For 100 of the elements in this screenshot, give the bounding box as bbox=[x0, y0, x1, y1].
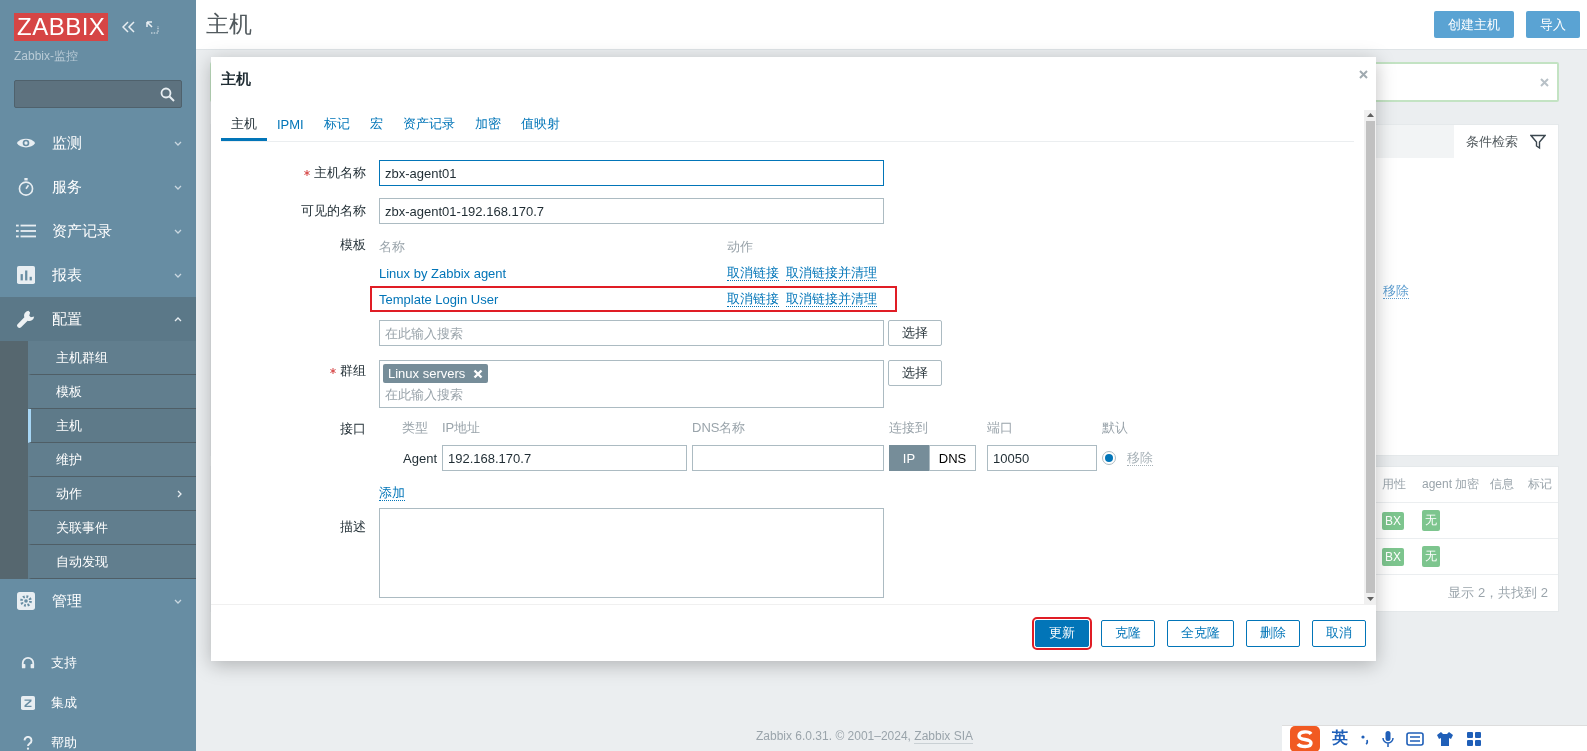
input-field[interactable]: zbx-agent01 bbox=[379, 160, 884, 186]
search-field[interactable] bbox=[14, 80, 182, 108]
submenu-item[interactable]: 主机群组 bbox=[28, 341, 196, 375]
column-header: 默认 bbox=[1102, 419, 1129, 437]
expand-icon[interactable] bbox=[146, 20, 160, 34]
chevron-down-icon bbox=[174, 228, 182, 234]
field-label: 可见的名称 bbox=[301, 202, 366, 220]
bar-chart-icon bbox=[16, 266, 36, 284]
column-header[interactable]: 用性 bbox=[1382, 476, 1422, 493]
select-button[interactable]: 选择 bbox=[888, 320, 942, 346]
tab[interactable]: 资产记录 bbox=[392, 110, 465, 141]
filter-tab[interactable]: 条件检索 bbox=[1454, 125, 1558, 158]
tab[interactable]: 标记 bbox=[313, 110, 360, 141]
grid-icon[interactable] bbox=[1466, 730, 1482, 747]
group-tag[interactable]: Linux servers bbox=[383, 364, 489, 383]
add-link[interactable]: 添加 bbox=[379, 485, 405, 501]
column-header[interactable]: 标记 bbox=[1528, 476, 1558, 493]
unlink-link[interactable]: 取消链接 bbox=[727, 265, 779, 281]
wrench-icon bbox=[16, 310, 36, 328]
description-field[interactable] bbox=[379, 508, 884, 598]
unlink-link[interactable]: 取消链接 bbox=[727, 291, 779, 307]
submenu-item[interactable]: 主机 bbox=[28, 409, 196, 443]
required-icon bbox=[304, 170, 310, 176]
select-button[interactable]: 选择 bbox=[888, 360, 942, 386]
tab[interactable]: IPMI bbox=[267, 110, 314, 141]
toggle-button[interactable]: IP bbox=[889, 445, 929, 471]
sidebar-link[interactable]: 集成 bbox=[0, 683, 196, 723]
sidebar-link[interactable]: 支持 bbox=[0, 643, 196, 683]
shirt-icon[interactable] bbox=[1436, 730, 1454, 747]
scrollbar[interactable] bbox=[1364, 110, 1376, 604]
tab[interactable]: 值映射 bbox=[510, 110, 570, 141]
menu-item[interactable]: 监测 bbox=[0, 121, 196, 165]
stopwatch-icon bbox=[16, 178, 36, 196]
close-icon[interactable] bbox=[1359, 70, 1368, 79]
footer-button[interactable]: 取消 bbox=[1312, 619, 1366, 647]
chevron-right-icon bbox=[177, 489, 182, 498]
template-link[interactable]: Linux by Zabbix agent bbox=[379, 265, 507, 281]
unlink-clear-link[interactable]: 取消链接并清理 bbox=[786, 265, 877, 281]
input-field[interactable] bbox=[692, 445, 884, 471]
encryption-badge: 无 bbox=[1422, 510, 1440, 531]
page-title: 主机 bbox=[206, 10, 252, 39]
ime-logo-icon[interactable] bbox=[1290, 725, 1320, 751]
scroll-down-icon[interactable] bbox=[1366, 597, 1374, 601]
headset-icon bbox=[21, 656, 35, 670]
keyboard-icon[interactable] bbox=[1406, 731, 1424, 746]
footer-button[interactable]: 更新 bbox=[1035, 619, 1089, 647]
remove-link: 移除 bbox=[1127, 450, 1153, 466]
header-button[interactable]: 创建主机 bbox=[1434, 11, 1514, 38]
result-count: 显示 2，共找到 2 bbox=[1448, 584, 1549, 602]
submenu-item[interactable]: 自动发现 bbox=[28, 545, 196, 579]
template-link[interactable]: Template Login User bbox=[379, 291, 499, 307]
tab[interactable]: 宏 bbox=[359, 110, 393, 141]
collapse-icon[interactable] bbox=[122, 21, 137, 33]
multiselect-field[interactable]: Linux servers 在此输入搜索 bbox=[379, 360, 884, 408]
field-label: 接口 bbox=[340, 420, 366, 438]
column-header[interactable]: 信息 bbox=[1490, 476, 1528, 493]
input-mode[interactable]: 英 bbox=[1332, 728, 1348, 749]
header-button[interactable]: 导入 bbox=[1526, 11, 1580, 38]
remove-link[interactable]: 移除 bbox=[1383, 283, 1409, 299]
submenu-item[interactable]: 动作 bbox=[28, 477, 196, 511]
footer-button[interactable]: 全克隆 bbox=[1167, 619, 1234, 647]
column-header: DNS名称 bbox=[692, 419, 747, 437]
toggle-button[interactable]: DNS bbox=[929, 445, 976, 471]
tab[interactable]: 主机 bbox=[221, 110, 267, 141]
field-label: 模板 bbox=[340, 236, 366, 254]
submenu-item[interactable]: 维护 bbox=[28, 443, 196, 477]
close-icon[interactable] bbox=[1540, 77, 1549, 87]
list-icon bbox=[16, 222, 36, 240]
submenu-item[interactable]: 关联事件 bbox=[28, 511, 196, 545]
scroll-up-icon[interactable] bbox=[1366, 113, 1374, 117]
menu-item[interactable]: 报表 bbox=[0, 253, 196, 297]
column-header[interactable]: agent 加密 bbox=[1422, 476, 1490, 493]
footer-button[interactable]: 克隆 bbox=[1101, 619, 1155, 647]
tab[interactable]: 加密 bbox=[464, 110, 511, 141]
footer-button[interactable]: 删除 bbox=[1246, 619, 1300, 647]
field-label: 主机名称 bbox=[314, 164, 366, 182]
input-field[interactable]: 10050 bbox=[987, 445, 1097, 471]
required-icon bbox=[330, 368, 336, 374]
menu-item[interactable]: 资产记录 bbox=[0, 209, 196, 253]
menu-item[interactable]: 管理 bbox=[0, 579, 196, 623]
input-field[interactable]: 192.168.170.7 bbox=[442, 445, 687, 471]
chevron-down-icon bbox=[174, 184, 182, 190]
column-header: IP地址 bbox=[442, 419, 482, 437]
column-header: 端口 bbox=[987, 419, 1014, 437]
input-field[interactable]: 在此输入搜索 bbox=[379, 320, 884, 346]
chevron-down-icon bbox=[174, 598, 182, 604]
remove-icon[interactable] bbox=[473, 368, 484, 379]
zabbix-logo[interactable]: ZABBIX bbox=[14, 13, 109, 41]
input-field[interactable]: zbx-agent01-192.168.170.7 bbox=[379, 198, 884, 224]
search-icon bbox=[160, 86, 175, 102]
submenu-item[interactable]: 模板 bbox=[28, 375, 196, 409]
sidebar-link[interactable]: 帮助 bbox=[0, 723, 196, 751]
gear-icon bbox=[16, 592, 36, 610]
menu-item[interactable]: 配置 bbox=[0, 297, 196, 341]
microphone-icon[interactable] bbox=[1382, 730, 1394, 747]
interface-type: Agent bbox=[403, 450, 437, 466]
unlink-clear-link[interactable]: 取消链接并清理 bbox=[786, 291, 877, 307]
menu-item[interactable]: 服务 bbox=[0, 165, 196, 209]
chevron-down-icon bbox=[174, 272, 182, 278]
status-badge: BX bbox=[1382, 547, 1404, 566]
